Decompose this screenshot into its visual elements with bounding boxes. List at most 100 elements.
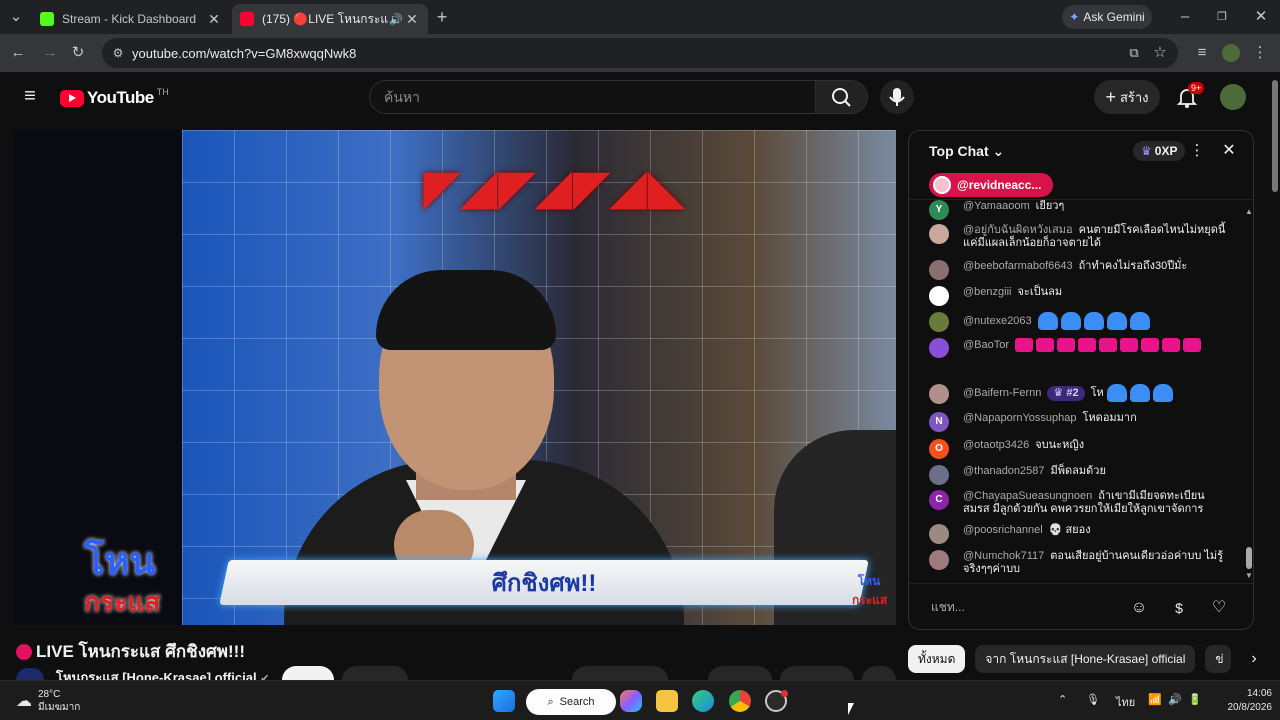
create-button[interactable]: + สร้าง <box>1094 80 1160 114</box>
back-icon[interactable]: ← <box>8 43 28 63</box>
chat-author[interactable]: @otaotp3426 <box>963 439 1029 451</box>
chat-author[interactable]: @poosrichannel <box>963 524 1043 536</box>
bookmark-star-icon[interactable]: ☆ <box>1150 43 1170 63</box>
chat-author[interactable]: @Yamaaoom <box>963 200 1030 212</box>
super-chat-icon[interactable]: $ <box>1169 598 1189 618</box>
chat-mode-selector[interactable]: Top Chat ⌄ <box>929 143 1004 160</box>
chat-scrollbar[interactable]: ▲ ▼ <box>1245 207 1253 583</box>
chat-author[interactable]: @Numchok7117 <box>963 550 1044 562</box>
chat-input[interactable]: แชท... <box>931 598 965 617</box>
mini-logo-line1: โหน <box>857 574 881 588</box>
chat-author[interactable]: @nutexe2063 <box>963 315 1032 327</box>
battery-icon[interactable]: 🔋 <box>1188 693 1202 706</box>
account-avatar[interactable] <box>1220 84 1246 110</box>
page-scroll-thumb[interactable] <box>1272 80 1278 192</box>
voice-search-button[interactable] <box>880 80 914 114</box>
worm-emoji-icon <box>1015 338 1034 352</box>
chip-all[interactable]: ทั้งหมด <box>908 645 966 673</box>
scroll-up-icon[interactable]: ▲ <box>1245 207 1253 216</box>
pinned-user-chip[interactable]: @revidneacc... <box>929 173 1054 197</box>
youtube-logo[interactable]: YouTube TH <box>60 87 169 108</box>
restore-icon[interactable]: ❐ <box>1212 7 1232 27</box>
close-tab-icon[interactable]: ✕ <box>404 11 420 28</box>
file-explorer-icon[interactable] <box>656 690 678 712</box>
weather-text: มีเมฆมาก <box>38 702 81 713</box>
wifi-icon[interactable]: 📶 <box>1148 693 1162 706</box>
chat-author[interactable]: @thanadon2587 <box>963 465 1045 477</box>
channel-avatar[interactable] <box>16 668 44 680</box>
install-app-icon[interactable]: ⧉ <box>1124 43 1144 63</box>
chat-author[interactable]: @beebofarmabof6643 <box>963 260 1073 272</box>
forward-icon[interactable]: → <box>40 43 60 63</box>
site-info-icon[interactable]: ⚙ <box>108 43 128 63</box>
system-clock[interactable]: 14:06 20/8/2026 <box>1222 687 1273 715</box>
input-language[interactable]: ไทย <box>1116 693 1135 711</box>
avatar <box>929 384 949 404</box>
like-button[interactable] <box>572 666 668 680</box>
chip-news[interactable]: ข่ <box>1205 645 1232 673</box>
profile-avatar[interactable] <box>1222 44 1240 62</box>
chip-from-channel[interactable]: จาก โหนกระแส [Hone-Krasae] official <box>975 645 1196 673</box>
join-button[interactable] <box>342 666 408 680</box>
chat-more-icon[interactable]: ⋮ <box>1187 141 1207 161</box>
reading-list-icon[interactable]: ≡ <box>1192 43 1212 63</box>
share-button[interactable] <box>708 666 772 680</box>
tab-kick-dashboard[interactable]: Stream - Kick Dashboard ✕ <box>32 4 230 34</box>
address-toolbar: ← → ↻ ⚙ youtube.com/watch?v=GM8xwqqNwk8 … <box>0 34 1280 72</box>
omnibox[interactable]: ⚙ youtube.com/watch?v=GM8xwqqNwk8 ⧉ ☆ <box>102 38 1178 68</box>
tray-overflow-icon[interactable]: ⌃ <box>1058 693 1067 706</box>
page-scrollbar[interactable] <box>1270 72 1280 680</box>
notification-dot <box>781 690 788 697</box>
close-window-icon[interactable]: ✕ <box>1251 7 1271 27</box>
subscribe-button[interactable] <box>282 666 334 680</box>
chat-author[interactable]: @ChayapaSueasungnoen <box>963 490 1092 502</box>
new-tab-icon[interactable]: + <box>432 7 452 27</box>
weather-widget[interactable]: ☁ 28°C มีเมฆมาก <box>16 688 80 714</box>
edge-icon[interactable] <box>692 690 714 712</box>
search-button[interactable] <box>816 80 868 114</box>
volume-icon[interactable]: 🔊 <box>1168 693 1182 706</box>
chat-author[interactable]: @BaoTor <box>963 339 1009 351</box>
microphone-tray-icon[interactable]: 🎙 <box>1086 693 1100 706</box>
heart-icon[interactable]: ♡ <box>1209 598 1229 618</box>
weather-temp: 28°C <box>38 689 61 700</box>
chrome-menu-icon[interactable]: ⋮ <box>1250 43 1270 63</box>
taskbar-search[interactable]: ⌕ Search <box>526 689 616 715</box>
browser-tab-bar: ⌄ Stream - Kick Dashboard ✕ (175) 🔴LIVE … <box>0 0 1280 34</box>
tab-youtube-live[interactable]: (175) 🔴LIVE โหนกระแส ศึกชิ 🔊 ✕ <box>232 4 428 34</box>
ask-gemini-button[interactable]: ✦ Ask Gemini <box>1062 5 1152 29</box>
tab-search-icon[interactable]: ⌄ <box>6 7 26 27</box>
reload-icon[interactable]: ↻ <box>68 43 88 63</box>
ghost-emoji-icon <box>1129 384 1150 402</box>
chat-author[interactable]: @Baifern-Fernn <box>963 387 1041 399</box>
chips-next-icon[interactable]: › <box>1241 645 1266 673</box>
pinned-username: @revidneacc... <box>957 178 1042 192</box>
more-actions-button[interactable] <box>862 666 896 680</box>
chat-message: @beebofarmabof6643 ถ้าทำคงไม่รอถึง30ปีมั่… <box>929 260 1229 280</box>
ghost-emoji-icon <box>1129 312 1150 330</box>
chat-author[interactable]: @benzgiii <box>963 286 1011 298</box>
speaker-icon[interactable]: 🔊 <box>388 13 404 26</box>
scroll-down-icon[interactable]: ▼ <box>1245 571 1253 580</box>
chrome-icon[interactable] <box>729 690 751 712</box>
chat-message: @poosrichannel 💀 สยอง <box>929 524 1229 544</box>
close-chat-icon[interactable]: ✕ <box>1219 141 1239 161</box>
search-input[interactable] <box>370 81 815 113</box>
video-player[interactable]: ◤◢◤◢◤◢◣ ศึกชิงศพ!! โหน กระแส โหน กระแส <box>14 130 896 625</box>
chat-author[interactable]: @NapapornYossuphap <box>963 412 1077 424</box>
clock-time: 14:06 <box>1246 688 1272 699</box>
emoji-icon[interactable]: ☺ <box>1129 598 1149 618</box>
hamburger-menu-icon[interactable]: ≡ <box>20 86 40 106</box>
copilot-icon[interactable] <box>620 690 642 712</box>
search-box[interactable] <box>369 80 816 114</box>
xp-button[interactable]: ♛ 0XP <box>1133 141 1186 161</box>
windows-start-icon[interactable] <box>493 690 515 712</box>
url-text[interactable]: youtube.com/watch?v=GM8xwqqNwk8 <box>132 46 356 61</box>
mouse-cursor-icon <box>848 703 854 715</box>
minimize-icon[interactable]: – <box>1175 7 1195 27</box>
notifications-button[interactable]: 9+ <box>1176 82 1205 110</box>
chat-author[interactable]: @อยู่กับฉันผิดหวังเสมอ <box>963 224 1073 236</box>
save-button[interactable] <box>780 666 854 680</box>
close-tab-icon[interactable]: ✕ <box>206 11 222 28</box>
chat-scroll-thumb[interactable] <box>1246 547 1252 569</box>
